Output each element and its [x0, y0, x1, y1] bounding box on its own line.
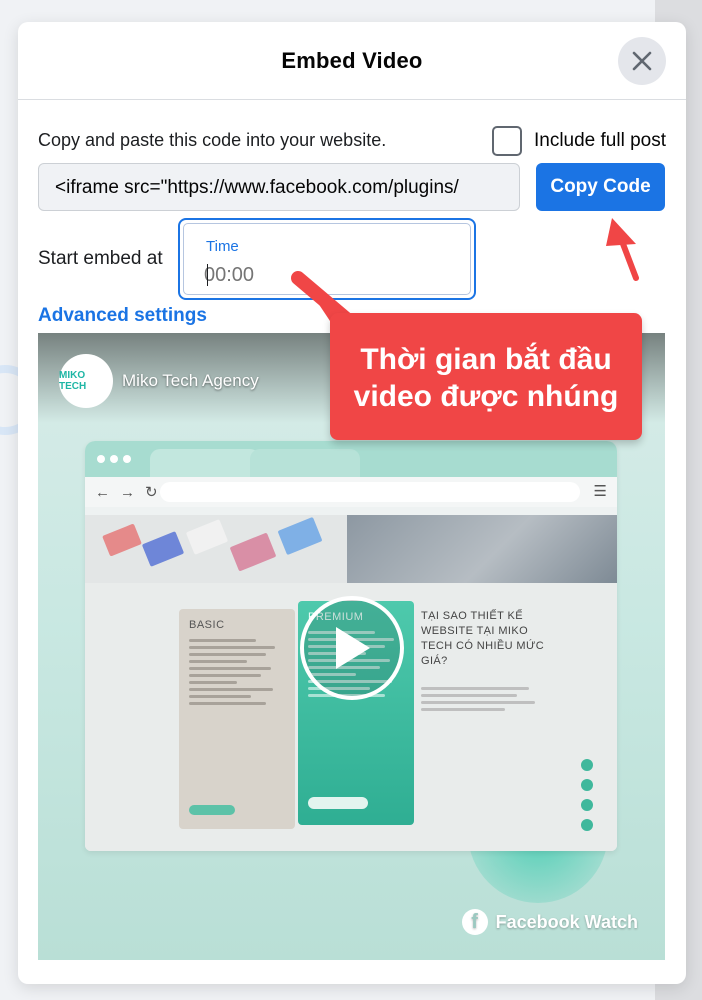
- hero-card: [229, 532, 277, 572]
- hero-shape-image: [347, 515, 617, 583]
- mockup-tabbar: [85, 441, 617, 477]
- mockup-dot: [97, 455, 105, 463]
- annotation-callout: Thời gian bắt đầu video được nhúng: [330, 313, 642, 440]
- facebook-watch-label: Facebook Watch: [495, 911, 638, 932]
- dialog-header: Embed Video: [18, 22, 686, 100]
- mockup-hero: [85, 515, 617, 583]
- play-button[interactable]: [300, 596, 404, 700]
- hero-card: [141, 531, 185, 567]
- include-full-post-toggle[interactable]: Include full post: [491, 126, 666, 156]
- copy-code-button[interactable]: Copy Code: [536, 163, 665, 211]
- hero-card: [185, 519, 229, 555]
- start-embed-label: Start embed at: [38, 248, 163, 269]
- include-full-post-label: Include full post: [533, 130, 666, 151]
- mockup-url-bar: [160, 482, 580, 502]
- instruction-text: Copy and paste this code into your websi…: [38, 130, 387, 150]
- reload-icon: ↻: [145, 484, 158, 501]
- close-button[interactable]: [618, 37, 666, 85]
- hero-card: [102, 523, 142, 557]
- why-heading: TẠI SAO THIẾT KẾ WEBSITE TẠI MIKO TECH C…: [421, 610, 545, 667]
- time-field-label: Time: [206, 238, 239, 255]
- facebook-logo-icon: f: [461, 909, 488, 935]
- mockup-dot: [110, 455, 118, 463]
- hero-card: [277, 516, 323, 556]
- play-icon: [336, 627, 370, 669]
- facebook-watch-badge[interactable]: f Facebook Watch: [461, 909, 638, 935]
- time-field[interactable]: Time: [178, 218, 476, 300]
- forward-arrow-icon: →: [120, 483, 135, 501]
- channel-avatar[interactable]: MIKO TECH: [59, 354, 113, 408]
- text-caret: [207, 264, 208, 286]
- time-field-inner: Time: [183, 223, 471, 295]
- mockup-tab: [150, 449, 260, 477]
- embed-options-row: Copy and paste this code into your websi…: [38, 126, 666, 158]
- embed-code-field[interactable]: <iframe src="https://www.facebook.com/pl…: [38, 163, 520, 211]
- hamburger-menu-icon: ☰: [593, 483, 607, 500]
- basic-card-button: [189, 805, 235, 815]
- hero-cards-image: [85, 515, 347, 583]
- mockup-side-icons: [581, 759, 593, 839]
- mockup-toolbar: ← → ↻ ☰: [85, 477, 617, 507]
- mockup-dot: [123, 455, 131, 463]
- channel-name[interactable]: Miko Tech Agency: [122, 371, 259, 391]
- premium-card-button: [308, 797, 368, 809]
- basic-pricing-card: BASIC: [179, 609, 295, 829]
- mockup-tab: [250, 449, 360, 477]
- basic-card-title: BASIC: [189, 619, 225, 631]
- advanced-settings-link[interactable]: Advanced settings: [38, 305, 207, 327]
- back-arrow-icon: ←: [95, 483, 110, 501]
- include-full-post-checkbox[interactable]: [491, 126, 522, 156]
- time-input[interactable]: [204, 260, 404, 290]
- embed-video-dialog: Embed Video Copy and paste this code int…: [18, 22, 686, 984]
- dialog-title: Embed Video: [281, 47, 423, 73]
- close-icon: [632, 51, 652, 71]
- why-body-text: [421, 683, 541, 715]
